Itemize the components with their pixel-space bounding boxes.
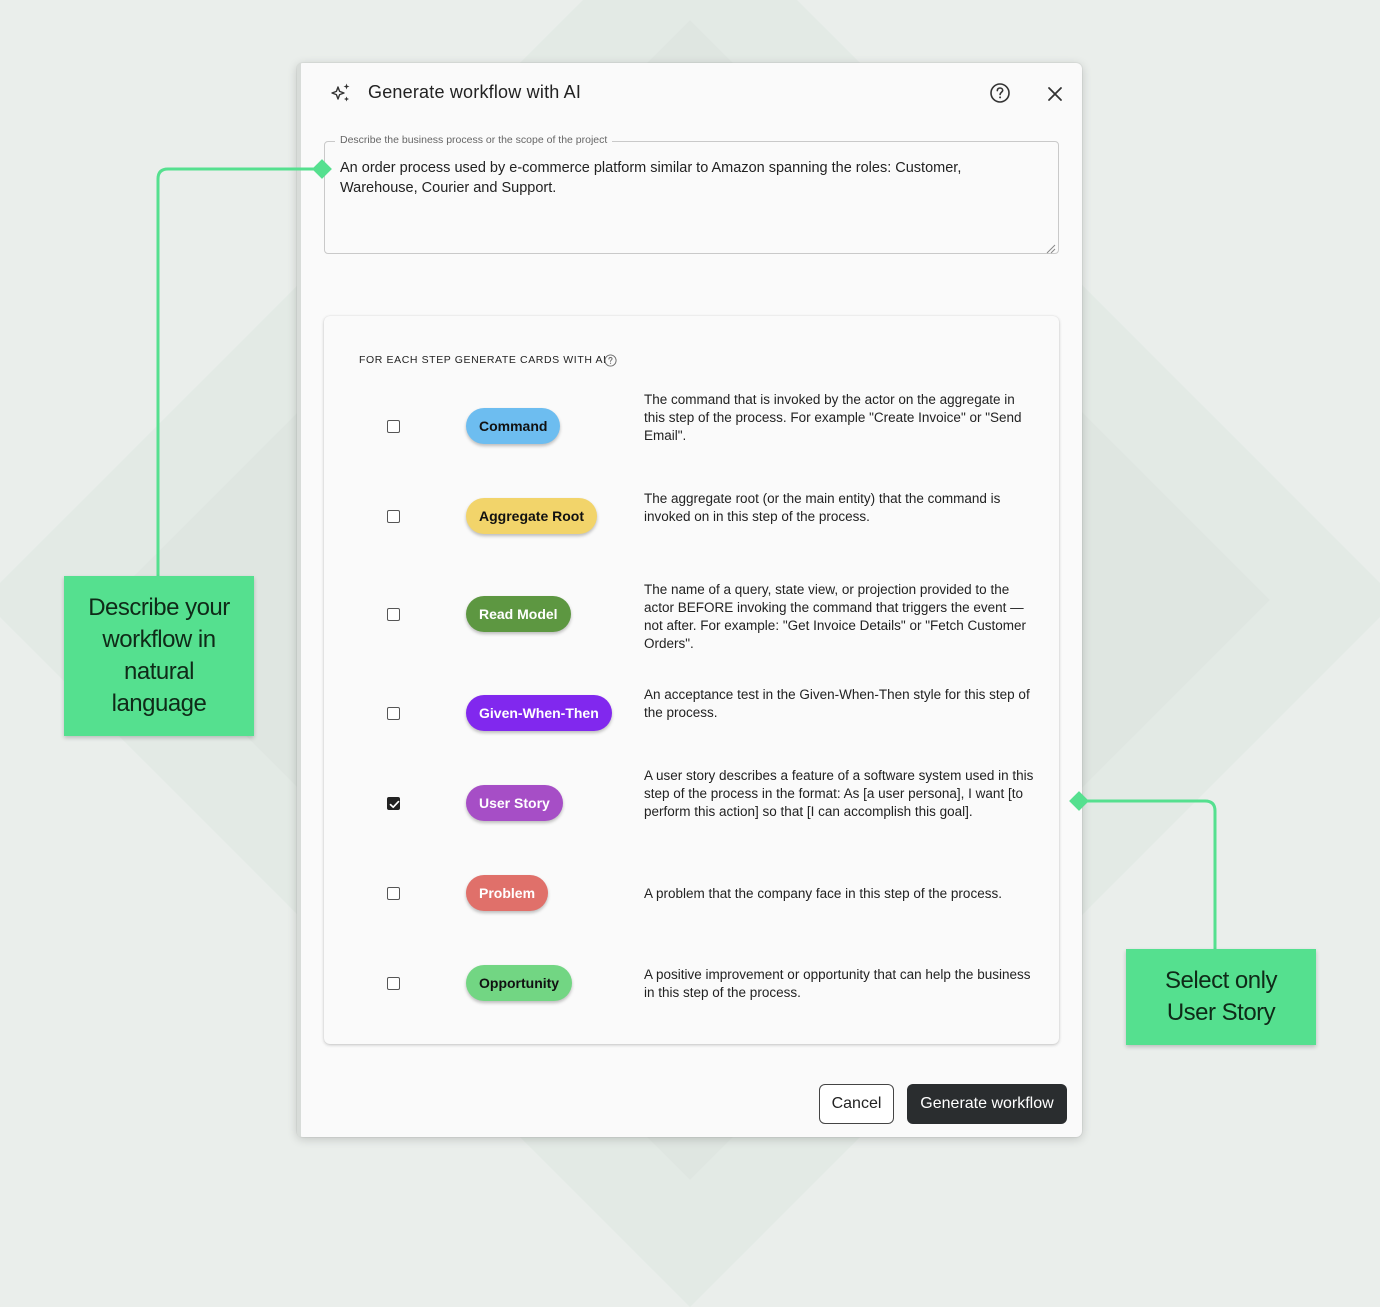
checkbox-user-story[interactable] xyxy=(387,797,400,810)
resize-handle-icon[interactable] xyxy=(1046,241,1056,254)
checkbox-read-model[interactable] xyxy=(387,608,400,621)
description-read-model: The name of a query, state view, or proj… xyxy=(644,582,1027,651)
description-user-story: A user story describes a feature of a so… xyxy=(644,768,1034,819)
generate-workflow-button[interactable]: Generate workflow xyxy=(907,1084,1067,1124)
chip-aggregate-root: Aggregate Root xyxy=(466,498,597,534)
description-problem: A problem that the company face in this … xyxy=(644,886,1002,901)
sparkle-icon xyxy=(329,81,353,105)
checkbox-given-when-then[interactable] xyxy=(387,707,400,720)
section-heading: FOR EACH STEP GENERATE CARDS WITH AI xyxy=(359,354,607,366)
description-command: The command that is invoked by the actor… xyxy=(644,392,1022,443)
cancel-button[interactable]: Cancel xyxy=(819,1084,894,1124)
chip-problem: Problem xyxy=(466,875,549,911)
card-type-row-opportunity: Opportunity A positive improvement or op… xyxy=(324,952,1059,1012)
callout-select-user-story: Select only User Story xyxy=(1126,949,1316,1045)
description-given-when-then: An acceptance test in the Given-When-The… xyxy=(644,687,1030,720)
chip-command: Command xyxy=(466,408,561,444)
card-type-row-read-model: Read Model The name of a query, state vi… xyxy=(324,582,1059,651)
chip-given-when-then: Given-When-Then xyxy=(466,695,612,731)
close-icon[interactable] xyxy=(1045,84,1065,104)
dialog-header: Generate workflow with AI xyxy=(297,63,1082,123)
chip-opportunity: Opportunity xyxy=(466,965,573,1001)
card-type-row-command: Command The command that is invoked by t… xyxy=(324,392,1059,455)
description-opportunity: A positive improvement or opportunity th… xyxy=(644,967,1031,1000)
description-label: Describe the business process or the sco… xyxy=(335,134,613,146)
description-aggregate-root: The aggregate root (or the main entity) … xyxy=(644,491,1001,524)
card-type-row-problem: Problem A problem that the company face … xyxy=(324,862,1059,922)
generate-cards-panel: FOR EACH STEP GENERATE CARDS WITH AI Com… xyxy=(324,316,1059,1044)
help-circle-icon[interactable] xyxy=(989,82,1011,104)
checkmark-icon xyxy=(389,800,400,809)
chip-read-model: Read Model xyxy=(466,596,571,632)
card-type-row-given-when-then: Given-When-Then An acceptance test in th… xyxy=(324,682,1059,742)
checkbox-problem[interactable] xyxy=(387,887,400,900)
callout-describe-workflow: Describe your workflow in natural langua… xyxy=(64,576,254,736)
card-type-row-user-story: User Story A user story describes a feat… xyxy=(324,768,1059,832)
dialog-edge xyxy=(297,63,301,1137)
description-field[interactable]: Describe the business process or the sco… xyxy=(324,134,1059,254)
dialog-title: Generate workflow with AI xyxy=(368,82,582,102)
card-type-row-aggregate-root: Aggregate Root The aggregate root (or th… xyxy=(324,485,1059,545)
chip-user-story: User Story xyxy=(466,785,563,821)
checkbox-command[interactable] xyxy=(387,420,400,433)
help-circle-icon[interactable] xyxy=(604,354,617,367)
checkbox-opportunity[interactable] xyxy=(387,977,400,990)
checkbox-aggregate-root[interactable] xyxy=(387,510,400,523)
description-input[interactable]: An order process used by e-commerce plat… xyxy=(340,158,998,198)
generate-workflow-dialog: Generate workflow with AI Describe the b… xyxy=(297,63,1082,1137)
